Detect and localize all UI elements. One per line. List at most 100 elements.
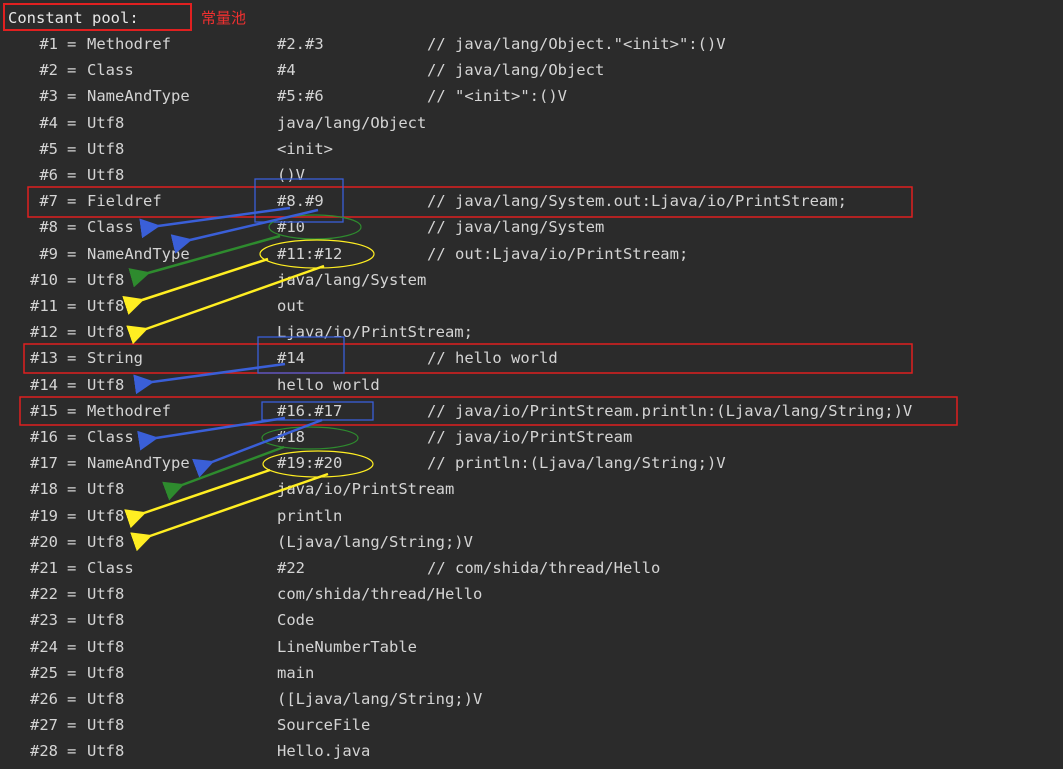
entry-type: Class — [87, 61, 134, 80]
constant-pool-entry: #12 = Utf8 Ljava/io/PrintStream; — [0, 319, 1063, 345]
entry-comment: // hello world — [427, 349, 558, 368]
constant-pool-entry: #15 = Methodref #16.#17 // java/io/PrintStre… — [0, 398, 1063, 424]
entry-value: #5:#6 — [277, 87, 324, 106]
entry-value: com/shida/thread/Hello — [277, 585, 483, 604]
constant-pool-entry: #3 = NameAndType #5:#6 // "<init>":()V — [0, 83, 1063, 109]
entry-equals: = — [67, 454, 77, 473]
entry-value: println — [277, 506, 343, 525]
entry-value: #8.#9 — [277, 192, 324, 211]
entry-index: #20 — [30, 532, 58, 551]
entry-index: #5 — [39, 139, 58, 158]
entry-comment: // java/lang/System.out:Ljava/io/PrintSt… — [427, 192, 847, 211]
entry-equals: = — [67, 244, 77, 263]
constant-pool-entry: #21 = Class #22 // com/shida/thread/Hello — [0, 555, 1063, 581]
entry-value: #4 — [277, 61, 296, 80]
entry-type: Utf8 — [87, 139, 125, 158]
entry-index: #11 — [30, 297, 58, 315]
entry-value: Ljava/io/PrintStream; — [277, 323, 473, 342]
constant-pool-entry: #26 = Utf8 ([Ljava/lang/String;)V — [0, 686, 1063, 712]
constant-pool-entry: #13 = String #14 // hello world — [0, 345, 1063, 371]
entry-type: NameAndType — [87, 244, 190, 263]
constant-pool-entry: #4 = Utf8 java/lang/Object — [0, 110, 1063, 136]
entry-equals: = — [67, 113, 77, 132]
entry-type: Utf8 — [87, 506, 125, 525]
constant-pool-entry: #5 = Utf8 <init> — [0, 136, 1063, 162]
entry-value: hello world — [277, 375, 380, 394]
entry-equals: = — [67, 166, 77, 184]
entry-equals: = — [67, 297, 77, 315]
entry-value: #22 — [277, 559, 305, 577]
entry-equals: = — [67, 506, 77, 525]
entry-type: Utf8 — [87, 297, 125, 315]
entry-equals: = — [67, 428, 77, 446]
entry-index: #7 — [39, 192, 58, 211]
entry-type: Utf8 — [87, 663, 125, 682]
entry-type: Utf8 — [87, 270, 125, 289]
entry-type: Utf8 — [87, 637, 125, 656]
entry-index: #3 — [39, 87, 58, 106]
entry-equals: = — [67, 192, 77, 211]
entry-value: main — [277, 663, 315, 682]
entry-value: out — [277, 297, 305, 315]
entry-comment: // java/io/PrintStream — [427, 428, 633, 446]
entry-type: Utf8 — [87, 716, 125, 735]
entry-index: #8 — [39, 218, 58, 237]
entry-index: #22 — [30, 585, 58, 604]
entry-index: #19 — [30, 506, 58, 525]
constant-pool-entry: #23 = Utf8 Code — [0, 607, 1063, 633]
entry-comment: // java/lang/System — [427, 218, 605, 237]
constant-pool-entry: #22 = Utf8 com/shida/thread/Hello — [0, 581, 1063, 607]
entry-value: java/lang/Object — [277, 113, 427, 132]
entry-type: Utf8 — [87, 113, 125, 132]
entry-value: SourceFile — [277, 716, 371, 735]
entry-value: #16.#17 — [277, 401, 343, 420]
constant-pool-entry: #8 = Class #10 // java/lang/System — [0, 214, 1063, 240]
entry-equals: = — [67, 637, 77, 656]
constant-pool-entry: #6 = Utf8 ()V — [0, 162, 1063, 188]
constant-pool-entry: #14 = Utf8 hello world — [0, 372, 1063, 398]
entry-type: NameAndType — [87, 87, 190, 106]
entry-equals: = — [67, 690, 77, 708]
entry-equals: = — [67, 611, 77, 630]
entry-index: #1 — [39, 35, 58, 53]
constant-pool-entry: #17 = NameAndType #19:#20 // println:(Ljava/… — [0, 450, 1063, 476]
entry-equals: = — [67, 270, 77, 289]
entry-equals: = — [67, 532, 77, 551]
entry-type: Utf8 — [87, 742, 125, 761]
entry-value: #10 — [277, 218, 305, 237]
entry-index: #27 — [30, 716, 58, 735]
entry-type: Utf8 — [87, 166, 125, 184]
entry-index: #4 — [39, 113, 58, 132]
entry-index: #28 — [30, 742, 58, 761]
entry-type: Utf8 — [87, 480, 125, 499]
entry-type: Utf8 — [87, 532, 125, 551]
entry-equals: = — [67, 742, 77, 761]
entry-value: Hello.java — [277, 742, 371, 761]
entry-equals: = — [67, 323, 77, 342]
entry-equals: = — [67, 375, 77, 394]
entry-comment: // com/shida/thread/Hello — [427, 559, 661, 577]
constant-pool-entry: #28 = Utf8 Hello.java — [0, 738, 1063, 764]
entry-type: Class — [87, 218, 134, 237]
entry-type: Utf8 — [87, 585, 125, 604]
entry-type: Methodref — [87, 401, 171, 420]
entry-type: Fieldref — [87, 192, 162, 211]
constant-pool-entry: #27 = Utf8 SourceFile — [0, 712, 1063, 738]
entry-index: #21 — [30, 559, 58, 577]
entry-index: #9 — [39, 244, 58, 263]
entry-equals: = — [67, 480, 77, 499]
entry-equals: = — [67, 139, 77, 158]
constant-pool-entry: #9 = NameAndType #11:#12 // out:Ljava/io/Pri… — [0, 241, 1063, 267]
constant-pool-note: 常量池 — [201, 9, 247, 27]
constant-pool-entry: #1 = Methodref #2.#3 // java/lang/Object."<i… — [0, 31, 1063, 57]
entry-value: #14 — [277, 349, 305, 368]
entry-value: <init> — [277, 139, 333, 158]
constant-pool-entry: #20 = Utf8 (Ljava/lang/String;)V — [0, 529, 1063, 555]
entry-equals: = — [67, 349, 77, 368]
entry-type: String — [87, 349, 143, 368]
entry-comment: // java/lang/Object."<init>":()V — [427, 35, 726, 53]
entry-equals: = — [67, 218, 77, 237]
entry-index: #18 — [30, 480, 58, 499]
constant-pool-entry: #19 = Utf8 println — [0, 503, 1063, 529]
entry-value: (Ljava/lang/String;)V — [277, 532, 473, 551]
